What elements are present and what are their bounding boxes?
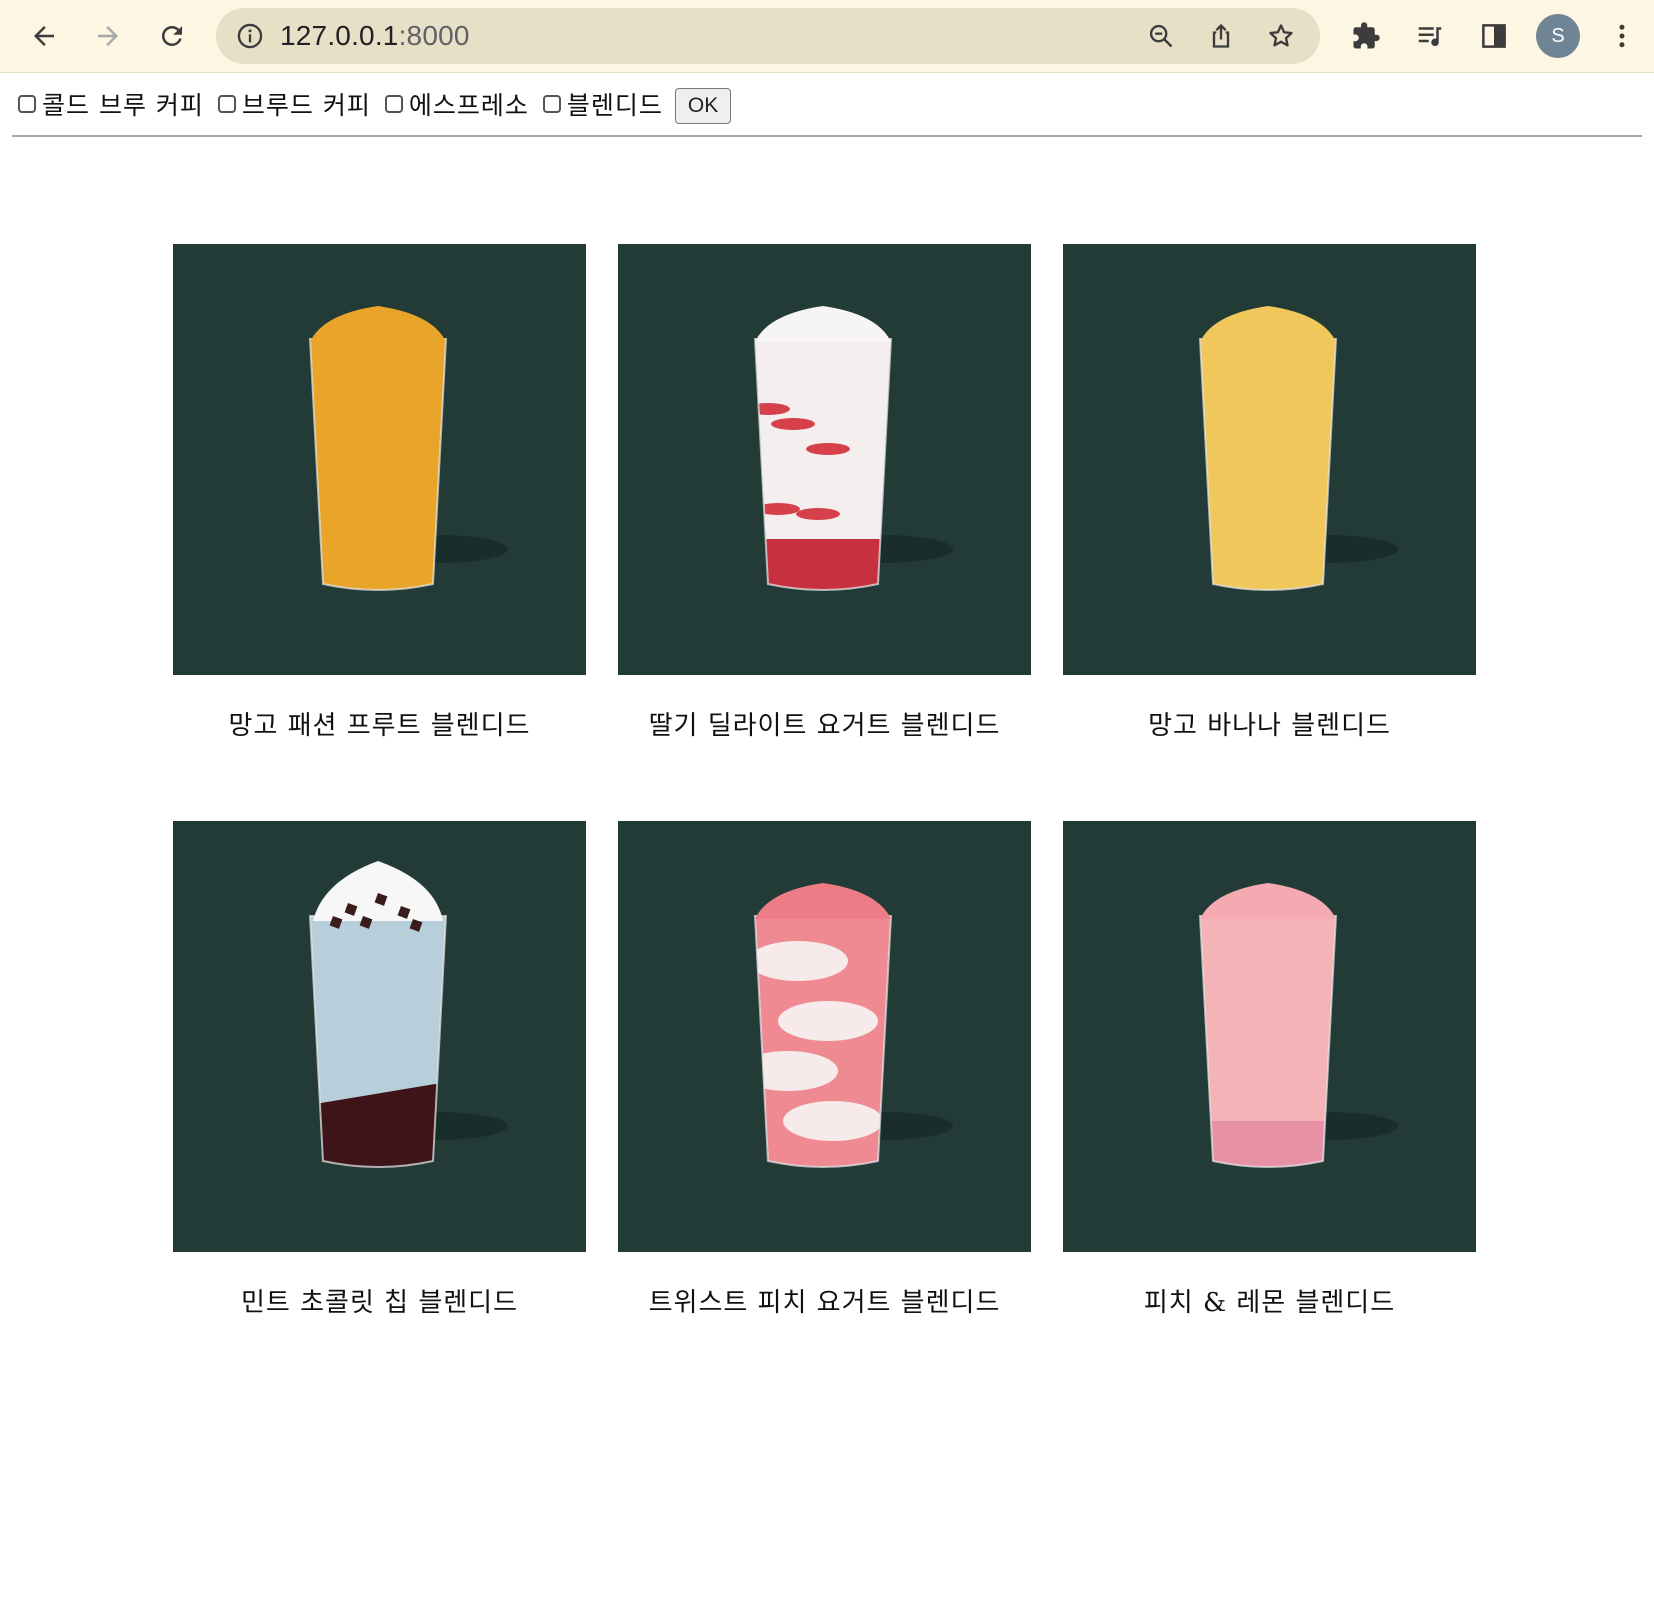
address-bar[interactable]: 127.0.0.1:8000 bbox=[216, 8, 1320, 64]
divider bbox=[12, 135, 1642, 137]
drink-illustration bbox=[753, 306, 953, 591]
filter-label: 브루드 커피 bbox=[241, 91, 371, 120]
media-queue-icon[interactable] bbox=[1404, 10, 1456, 62]
filter-label: 블렌디드 bbox=[566, 91, 663, 120]
url-text: 127.0.0.1:8000 bbox=[280, 20, 470, 52]
drink-illustration bbox=[753, 883, 953, 1168]
product-image bbox=[618, 821, 1031, 1252]
product-card[interactable]: 망고 패션 프루트 블렌디드 bbox=[173, 244, 586, 821]
product-card[interactable]: 트위스트 피치 요거트 블렌디드 bbox=[618, 821, 1031, 1398]
site-info-icon[interactable] bbox=[234, 20, 266, 52]
product-image bbox=[173, 244, 586, 675]
drink-illustration bbox=[308, 306, 508, 591]
filter-label: 에스프레소 bbox=[408, 91, 529, 120]
product-card[interactable]: 피치 & 레몬 블렌디드 bbox=[1063, 821, 1476, 1398]
share-icon[interactable] bbox=[1198, 16, 1244, 56]
reload-icon[interactable] bbox=[146, 10, 198, 62]
product-name: 민트 초콜릿 칩 블렌디드 bbox=[241, 1288, 518, 1318]
drink-illustration bbox=[1198, 883, 1398, 1168]
checkbox[interactable] bbox=[384, 95, 403, 113]
url-host: 127.0.0.1 bbox=[280, 20, 399, 51]
drink-illustration bbox=[308, 861, 508, 1168]
filter-cold-brew[interactable]: 콜드 브루 커피 bbox=[18, 86, 204, 122]
product-grid: 망고 패션 프루트 블렌디드 딸기 딜라이트 요거트 블렌디드 망고 바나나 블… bbox=[173, 244, 1476, 1398]
kebab-menu-icon[interactable] bbox=[1596, 10, 1648, 62]
product-card[interactable]: 딸기 딜라이트 요거트 블렌디드 bbox=[618, 244, 1031, 821]
product-name: 망고 패션 프루트 블렌디드 bbox=[228, 711, 531, 741]
filter-blended[interactable]: 블렌디드 bbox=[542, 86, 663, 122]
checkbox[interactable] bbox=[18, 95, 36, 113]
browser-toolbar: 127.0.0.1:8000 S bbox=[0, 0, 1654, 73]
forward-arrow-icon[interactable] bbox=[82, 10, 134, 62]
filter-espresso[interactable]: 에스프레소 bbox=[384, 86, 529, 122]
profile-avatar[interactable]: S bbox=[1532, 10, 1584, 62]
product-image bbox=[618, 244, 1031, 675]
filter-brewed-coffee[interactable]: 브루드 커피 bbox=[217, 86, 371, 122]
category-filter-form: 콜드 브루 커피 브루드 커피 에스프레소 블렌디드 OK bbox=[0, 73, 1654, 135]
extensions-puzzle-icon[interactable] bbox=[1340, 10, 1392, 62]
product-name: 망고 바나나 블렌디드 bbox=[1148, 711, 1391, 741]
filter-label: 콜드 브루 커피 bbox=[42, 91, 204, 120]
bookmark-star-icon[interactable] bbox=[1258, 16, 1304, 56]
product-name: 피치 & 레몬 블렌디드 bbox=[1143, 1288, 1396, 1318]
back-arrow-icon[interactable] bbox=[18, 10, 70, 62]
checkbox[interactable] bbox=[217, 95, 236, 113]
side-panel-icon[interactable] bbox=[1468, 10, 1520, 62]
product-card[interactable]: 망고 바나나 블렌디드 bbox=[1063, 244, 1476, 821]
zoom-out-icon[interactable] bbox=[1138, 16, 1184, 56]
product-image bbox=[173, 821, 586, 1252]
ok-submit-button[interactable]: OK bbox=[674, 88, 732, 124]
product-image bbox=[1063, 821, 1476, 1252]
avatar: S bbox=[1536, 14, 1580, 58]
product-image bbox=[1063, 244, 1476, 675]
url-port: :8000 bbox=[398, 20, 470, 51]
product-name: 트위스트 피치 요거트 블렌디드 bbox=[648, 1288, 1001, 1318]
product-name: 딸기 딜라이트 요거트 블렌디드 bbox=[648, 711, 1001, 741]
checkbox[interactable] bbox=[542, 95, 561, 113]
drink-illustration bbox=[1198, 306, 1398, 591]
product-card[interactable]: 민트 초콜릿 칩 블렌디드 bbox=[173, 821, 586, 1398]
